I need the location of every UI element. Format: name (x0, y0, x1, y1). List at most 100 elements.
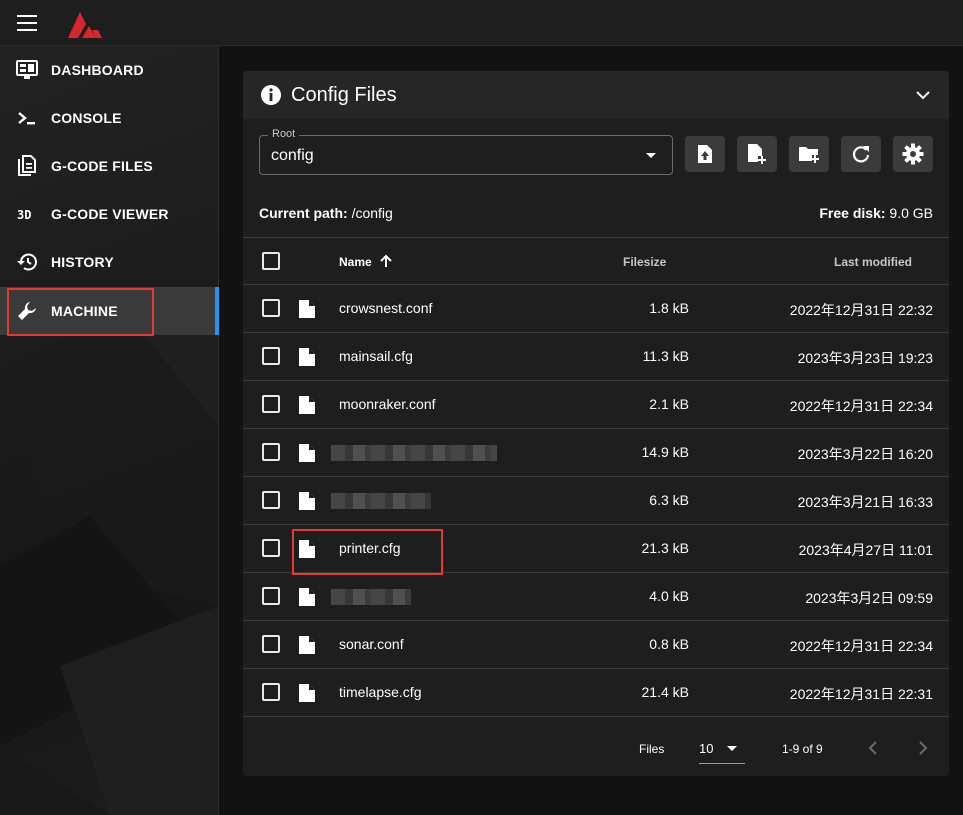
sidebar-item-gcode-files[interactable]: G-CODE FILES (0, 142, 219, 190)
redacted-file-name (331, 445, 497, 461)
select-all-checkbox[interactable] (262, 252, 280, 270)
row-checkbox[interactable] (262, 635, 280, 653)
file-name[interactable]: printer.cfg (339, 540, 400, 556)
console-icon (15, 106, 39, 130)
history-icon (15, 250, 39, 274)
row-checkbox[interactable] (262, 443, 280, 461)
settings-gear-icon (902, 143, 924, 165)
sidebar-item-label: DASHBOARD (51, 62, 144, 78)
app-bar (0, 0, 963, 46)
path-info-row: Current path: /config Free disk: 9.0 GB (259, 205, 933, 223)
sidebar-item-label: MACHINE (51, 303, 118, 319)
file-size: 1.8 kB (649, 300, 689, 316)
free-disk-value: 9.0 GB (889, 205, 933, 221)
file-name[interactable]: moonraker.conf (339, 396, 436, 412)
table-row[interactable]: 4.0 kB 2023年3月2日 09:59 (243, 573, 949, 621)
new-file-button[interactable] (737, 136, 777, 172)
caret-down-icon (646, 153, 656, 158)
info-icon (261, 85, 281, 105)
sidebar-item-label: CONSOLE (51, 110, 122, 126)
refresh-icon (852, 146, 870, 163)
upload-file-button[interactable] (685, 136, 725, 172)
file-modified: 2022年12月31日 22:31 (789, 686, 933, 702)
file-icon (299, 444, 315, 462)
file-modified: 2022年12月31日 22:34 (789, 398, 933, 414)
root-select-value: config (271, 147, 314, 164)
sidebar-item-gcode-viewer[interactable]: 3D G-CODE VIEWER (0, 190, 219, 238)
redacted-file-name (331, 589, 411, 605)
file-name[interactable]: sonar.conf (339, 636, 404, 652)
column-header-last-modified[interactable]: Last modified (834, 255, 912, 269)
config-files-panel: Config Files Root config Current path: /… (243, 71, 949, 776)
file-name[interactable]: mainsail.cfg (339, 348, 413, 364)
new-folder-button[interactable] (789, 136, 829, 172)
column-header-filesize[interactable]: Filesize (623, 255, 666, 269)
file-icon (299, 636, 315, 654)
file-name[interactable]: timelapse.cfg (339, 684, 421, 700)
items-per-page-select[interactable]: 10 (699, 734, 745, 764)
file-size: 11.3 kB (642, 348, 689, 364)
mainsail-logo[interactable] (66, 6, 104, 40)
file-size: 21.4 kB (641, 684, 689, 700)
settings-button[interactable] (893, 136, 933, 172)
redacted-file-name (331, 493, 431, 509)
table-row[interactable]: 6.3 kB 2023年3月21日 16:33 (243, 477, 949, 525)
table-header: Name Filesize Last modified (243, 237, 949, 285)
file-icon (299, 588, 315, 606)
file-icon (299, 684, 315, 702)
current-path-value: /config (351, 205, 393, 221)
row-checkbox[interactable] (262, 539, 280, 557)
file-icon (299, 300, 315, 318)
row-checkbox[interactable] (262, 347, 280, 365)
row-checkbox[interactable] (262, 491, 280, 509)
chevron-down-icon[interactable] (913, 85, 933, 105)
new-file-icon (748, 144, 766, 164)
root-select[interactable]: Root config (259, 128, 673, 175)
chevron-right-icon[interactable] (913, 738, 933, 758)
file-modified: 2023年3月2日 09:59 (805, 590, 933, 606)
refresh-button[interactable] (841, 136, 881, 172)
sidebar-item-label: G-CODE FILES (51, 158, 153, 174)
row-checkbox[interactable] (262, 395, 280, 413)
table-footer: Files 10 1-9 of 9 (243, 730, 949, 770)
free-disk-label: Free disk: (819, 205, 886, 221)
file-modified: 2023年3月22日 16:20 (797, 446, 933, 462)
file-size: 4.0 kB (649, 588, 689, 604)
chevron-left-icon[interactable] (863, 738, 883, 758)
table-row[interactable]: printer.cfg 21.3 kB 2023年4月27日 11:01 (243, 525, 949, 573)
pagination-range: 1-9 of 9 (782, 742, 823, 756)
file-modified: 2023年3月23日 19:23 (797, 350, 933, 366)
sidebar-item-history[interactable]: HISTORY (0, 238, 219, 286)
monitor-dashboard-icon (15, 58, 39, 82)
menu-icon[interactable] (17, 15, 37, 31)
new-folder-icon (799, 147, 819, 163)
file-icon (299, 348, 315, 366)
table-row[interactable]: moonraker.conf 2.1 kB 2022年12月31日 22:34 (243, 381, 949, 429)
file-name[interactable]: crowsnest.conf (339, 300, 432, 316)
table-row[interactable]: mainsail.cfg 11.3 kB 2023年3月23日 19:23 (243, 333, 949, 381)
current-path-label: Current path: (259, 205, 348, 221)
row-checkbox[interactable] (262, 683, 280, 701)
table-row[interactable]: sonar.conf 0.8 kB 2022年12月31日 22:34 (243, 621, 949, 669)
sidebar-item-console[interactable]: CONSOLE (0, 94, 219, 142)
file-modified: 2023年3月21日 16:33 (797, 494, 933, 510)
svg-text:3D: 3D (17, 208, 31, 221)
column-header-name[interactable]: Name (339, 254, 392, 269)
file-size: 21.3 kB (641, 540, 689, 556)
3d-viewer-icon: 3D (15, 202, 39, 226)
table-row[interactable]: 14.9 kB 2023年3月22日 16:20 (243, 429, 949, 477)
sidebar-item-dashboard[interactable]: DASHBOARD (0, 46, 219, 94)
file-size: 14.9 kB (641, 444, 689, 460)
sidebar-item-machine[interactable]: MACHINE (0, 287, 219, 335)
table-row[interactable]: crowsnest.conf 1.8 kB 2022年12月31日 22:32 (243, 285, 949, 333)
file-icon (299, 396, 315, 414)
arrow-up-icon (380, 254, 392, 267)
row-checkbox[interactable] (262, 587, 280, 605)
table-row[interactable]: timelapse.cfg 21.4 kB 2022年12月31日 22:31 (243, 669, 949, 717)
file-modified: 2022年12月31日 22:32 (789, 302, 933, 318)
items-per-page-label: Files (639, 742, 665, 756)
panel-header: Config Files (243, 71, 949, 119)
row-checkbox[interactable] (262, 299, 280, 317)
column-header-name-label: Name (339, 255, 372, 269)
panel-title: Config Files (291, 84, 397, 106)
